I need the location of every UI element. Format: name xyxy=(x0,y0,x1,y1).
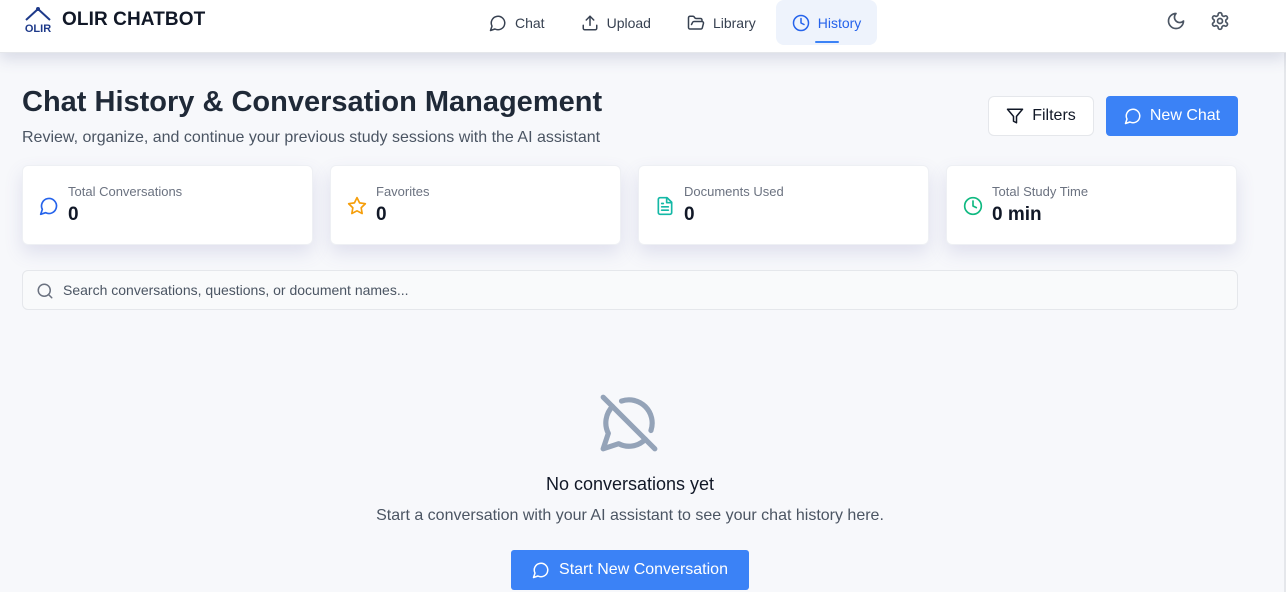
start-new-conversation-label: Start New Conversation xyxy=(559,561,728,578)
stat-value: 0 xyxy=(684,204,695,225)
stat-card-total-conversations: Total Conversations 0 xyxy=(22,165,313,245)
tab-history[interactable]: History xyxy=(775,0,878,45)
stat-card-documents-used: Documents Used 0 xyxy=(638,165,929,245)
tab-upload[interactable]: Upload xyxy=(565,0,667,45)
olir-logo-icon: OLIR xyxy=(25,7,51,34)
start-new-conversation-button[interactable]: Start New Conversation xyxy=(511,550,749,590)
page-subtitle: Review, organize, and continue your prev… xyxy=(22,129,601,146)
stat-value: 0 xyxy=(376,204,387,225)
stat-card-total-study-time: Total Study Time 0 min xyxy=(946,165,1237,245)
message-circle-off-icon xyxy=(600,394,658,452)
new-chat-button[interactable]: New Chat xyxy=(1106,96,1238,136)
tab-history-label: History xyxy=(817,14,862,31)
gear-icon[interactable] xyxy=(1210,11,1230,31)
page-title: Chat History & Conversation Management xyxy=(22,86,603,118)
search-icon xyxy=(37,283,53,299)
stat-label: Total Conversations xyxy=(68,184,183,199)
tab-chat[interactable]: Chat xyxy=(473,0,561,45)
main-nav: Chat Upload Library History xyxy=(473,0,878,45)
new-chat-label: New Chat xyxy=(1149,107,1221,124)
empty-state-title: No conversations yet xyxy=(545,474,715,494)
tab-library[interactable]: Library xyxy=(671,0,772,45)
moon-icon[interactable] xyxy=(1166,11,1186,31)
stat-value: 0 min xyxy=(992,204,1042,225)
message-circle-icon xyxy=(39,197,58,216)
logo-text: OLIR xyxy=(25,23,51,34)
tab-library-label: Library xyxy=(712,14,756,31)
upload-icon xyxy=(582,15,598,30)
message-circle-icon xyxy=(1124,108,1141,125)
top-navbar: OLIR OLIR CHATBOT Chat Upload Library Hi… xyxy=(0,0,1286,53)
stat-label: Favorites xyxy=(376,184,430,199)
search-box xyxy=(22,270,1238,310)
filters-button[interactable]: Filters xyxy=(988,96,1094,136)
message-circle-icon xyxy=(532,562,549,579)
clock-icon xyxy=(963,196,983,216)
stat-label: Total Study Time xyxy=(992,184,1089,199)
stat-card-favorites: Favorites 0 xyxy=(330,165,621,245)
brand[interactable]: OLIR OLIR CHATBOT xyxy=(22,5,205,35)
clock-icon xyxy=(792,14,809,31)
tab-chat-label: Chat xyxy=(515,14,545,31)
filters-label: Filters xyxy=(1032,107,1076,124)
tab-upload-label: Upload xyxy=(606,14,651,31)
stat-value: 0 xyxy=(68,204,79,225)
message-circle-icon xyxy=(489,15,506,31)
search-input[interactable] xyxy=(63,271,1223,309)
folder-open-icon xyxy=(687,15,705,30)
file-text-icon xyxy=(657,196,673,216)
empty-state-description: Start a conversation with your AI assist… xyxy=(376,507,884,524)
app-name: OLIR CHATBOT xyxy=(62,9,206,30)
star-icon xyxy=(347,196,367,215)
stat-label: Documents Used xyxy=(684,184,784,199)
filter-icon xyxy=(1006,108,1024,124)
